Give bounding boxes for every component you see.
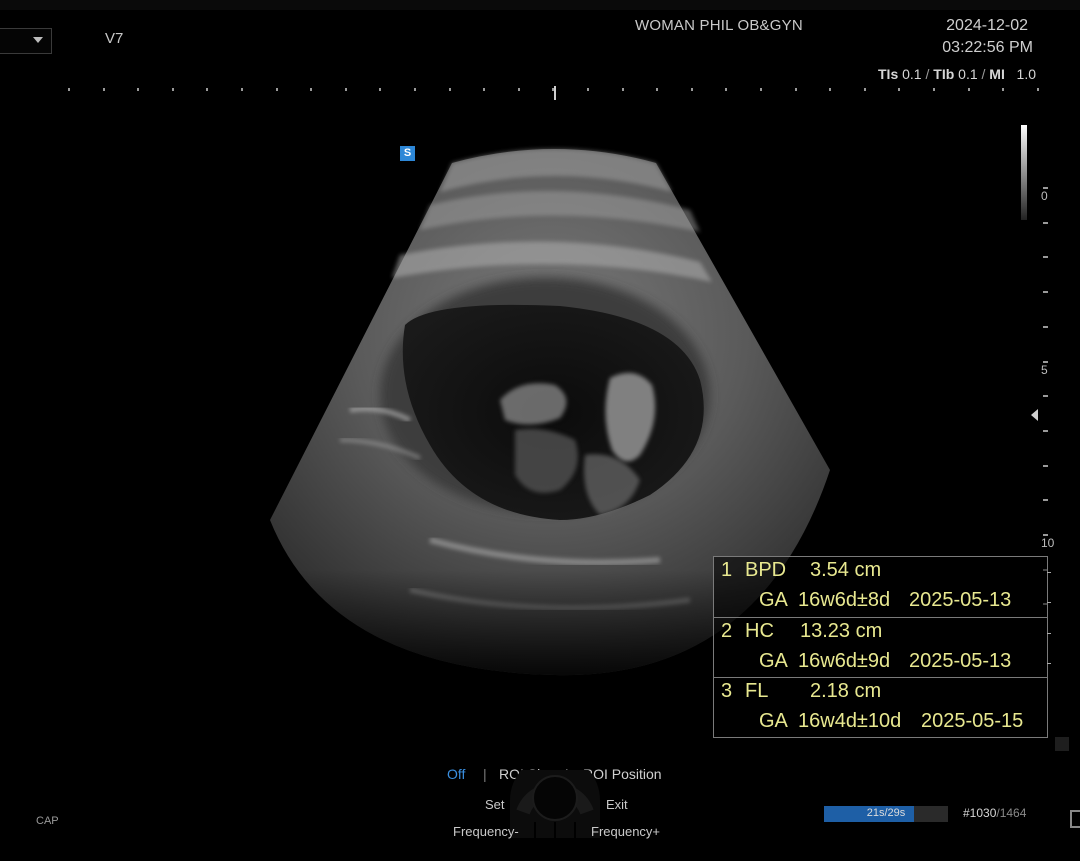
- measurement-value: 2.18 cm: [810, 680, 882, 702]
- set-softkey[interactable]: Set: [485, 797, 505, 812]
- depth-tick: [1043, 187, 1048, 189]
- due-date: 2025-05-15: [921, 710, 1024, 732]
- gestational-age: 16w6d±8d: [798, 589, 891, 611]
- depth-tick: [1043, 221, 1048, 224]
- measurement-row[interactable]: 2 HC 13.23 cm GA 16w6d±9d 2025-05-13: [714, 617, 1051, 677]
- focus-marker-icon[interactable]: [1031, 409, 1038, 421]
- cine-progress-bar[interactable]: 21s/29s: [824, 806, 948, 822]
- gestational-age: 16w4d±10d: [798, 710, 902, 732]
- ultrasound-screen: V7 WOMAN PHIL OB&GYN 2024-12-02 03:22:56…: [0, 0, 1080, 861]
- depth-tick: [1043, 499, 1048, 502]
- measurement-value: 13.23 cm: [800, 620, 883, 642]
- depth-tick: [1043, 291, 1048, 294]
- frequency-plus-softkey[interactable]: Frequency+: [591, 824, 660, 839]
- measurement-name: FL: [745, 680, 769, 702]
- gray-map-bar: [1021, 125, 1027, 220]
- measurement-panel: 1 BPD 3.54 cm GA 16w6d±8d 2025-05-13 2 H…: [713, 556, 1051, 738]
- cap-label: CAP: [36, 815, 59, 827]
- depth-tick: [1043, 429, 1048, 432]
- frequency-minus-softkey[interactable]: Frequency-: [453, 824, 519, 839]
- corner-bracket: [1070, 810, 1080, 828]
- gestational-age: 16w6d±9d: [798, 650, 891, 672]
- due-date: 2025-05-13: [909, 589, 1012, 611]
- depth-label: 10: [1041, 536, 1055, 550]
- cine-progress-text: 21s/29s: [866, 807, 906, 819]
- depth-tick: [1043, 464, 1048, 467]
- depth-tick: [1043, 360, 1048, 363]
- measurement-name: HC: [745, 620, 774, 642]
- depth-label: 5: [1041, 363, 1048, 377]
- measurement-row[interactable]: 1 BPD 3.54 cm GA 16w6d±8d 2025-05-13: [714, 557, 1051, 617]
- frame-counter: #1030/1464: [963, 806, 1027, 820]
- measurement-name: BPD: [745, 559, 787, 581]
- control-knob-icon[interactable]: [505, 770, 605, 840]
- exit-softkey[interactable]: Exit: [606, 797, 628, 812]
- measurement-row[interactable]: 3 FL 2.18 cm GA 16w4d±10d 2025-05-15: [714, 677, 1047, 737]
- due-date: 2025-05-13: [909, 650, 1012, 672]
- side-indicator: [1055, 737, 1069, 751]
- off-softkey[interactable]: Off: [447, 766, 465, 782]
- measurement-value: 3.54 cm: [810, 559, 882, 581]
- depth-scale: 0 5 10: [1010, 125, 1080, 606]
- sector-badge: S: [400, 146, 415, 161]
- depth-tick: [1043, 256, 1048, 259]
- depth-tick: [1043, 395, 1048, 398]
- depth-tick: [1043, 325, 1048, 328]
- depth-label: 0: [1041, 189, 1048, 203]
- depth-tick: [1043, 534, 1048, 536]
